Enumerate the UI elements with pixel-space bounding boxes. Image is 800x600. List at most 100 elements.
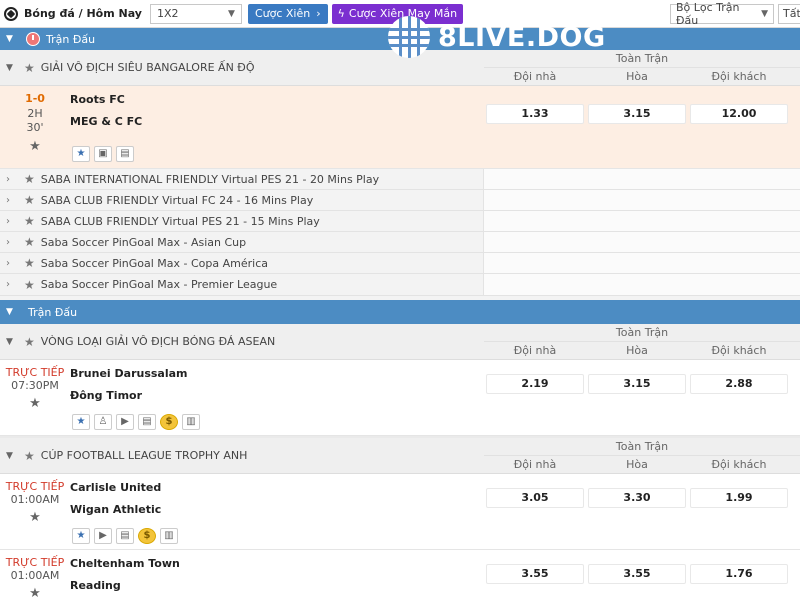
odd-away[interactable]: 1.99	[690, 488, 788, 508]
col-draw: Hòa	[626, 344, 648, 357]
league-name[interactable]: CÚP FOOTBALL LEAGUE TROPHY ANH	[41, 449, 248, 462]
live-label: TRỰC TIẾP	[5, 556, 65, 569]
scoreboard-icon[interactable]: ▤	[138, 414, 156, 430]
league-name[interactable]: GIẢI VÔ ĐỊCH SIÊU BANGALORE ẤN ĐỘ	[41, 61, 255, 74]
match-filter-select[interactable]: Bộ Lọc Trận Đấu ▼	[670, 1, 774, 27]
odd-draw[interactable]: 3.55	[588, 564, 686, 584]
favorite-star-icon[interactable]: ★	[72, 146, 90, 162]
odd-away[interactable]: 12.00	[690, 104, 788, 124]
star-icon[interactable]: ★	[24, 172, 35, 186]
chevron-right-icon: ›	[6, 173, 10, 185]
away-team[interactable]: MEG & C FC	[70, 114, 484, 136]
chevron-down-icon[interactable]: ▼	[6, 451, 20, 461]
section-header[interactable]: ▼ Trận Đấu	[0, 300, 800, 324]
play-icon[interactable]: ▶	[94, 528, 112, 544]
scoreboard-icon[interactable]: ▤	[116, 528, 134, 544]
odd-away[interactable]: 1.76	[690, 564, 788, 584]
globe-icon	[388, 16, 430, 58]
col-away: Đội khách	[711, 70, 767, 83]
match-time: 01:00AM	[10, 493, 60, 506]
col-draw: Hòa	[626, 458, 648, 471]
bar-chart-icon[interactable]: ▥	[160, 528, 178, 544]
soccer-ball-icon	[4, 6, 18, 21]
star-icon[interactable]: ★	[24, 61, 35, 75]
parlay-button[interactable]: Cược Xiên ›	[247, 3, 328, 24]
scoreboard-icon[interactable]: ▤	[116, 146, 134, 162]
favorite-star-icon[interactable]: ★	[72, 414, 90, 430]
stats-box-icon[interactable]: ▣	[94, 146, 112, 162]
odd-away[interactable]: 2.88	[690, 374, 788, 394]
chevron-down-icon[interactable]: ▼	[6, 63, 20, 73]
star-icon[interactable]: ★	[0, 139, 70, 154]
star-icon[interactable]: ★	[24, 449, 35, 463]
match-time: 07:30PM	[11, 379, 59, 392]
col-away: Đội khách	[711, 458, 767, 471]
odd-home[interactable]: 3.05	[486, 488, 584, 508]
market-select[interactable]: 1X2 ▼	[149, 3, 242, 24]
away-team[interactable]: Wigan Athletic	[70, 502, 484, 524]
league-row-collapsed[interactable]: › ★ Saba Soccer PinGoal Max - Copa América	[0, 253, 800, 274]
star-icon[interactable]: ★	[0, 586, 70, 600]
brand-logo: 8LIVE.DOG	[388, 16, 606, 58]
star-icon[interactable]: ★	[0, 396, 70, 411]
chevron-right-icon: ›	[6, 279, 10, 290]
chevron-down-icon[interactable]: ▼	[6, 337, 20, 347]
coin-icon[interactable]: $	[138, 528, 156, 544]
col-home: Đội nhà	[513, 70, 557, 83]
league-row-collapsed[interactable]: › ★ SABA CLUB FRIENDLY Virtual PES 21 - 15…	[0, 211, 800, 232]
league-row-collapsed[interactable]: › ★ Saba Soccer PinGoal Max - Premier Leag…	[0, 274, 800, 296]
col-home: Đội nhà	[513, 458, 557, 471]
star-icon[interactable]: ★	[24, 193, 35, 207]
chevron-right-icon: ›	[6, 236, 10, 248]
all-button[interactable]: Tất	[778, 3, 800, 24]
live-label: TRỰC TIẾP	[5, 480, 65, 493]
odd-home[interactable]: 2.19	[486, 374, 584, 394]
star-icon[interactable]: ★	[24, 256, 35, 270]
odd-home[interactable]: 1.33	[486, 104, 584, 124]
bar-chart-icon[interactable]: ▥	[182, 414, 200, 430]
match-row: TRỰC TIẾP 01:00AM ★ Carlisle United Wiga…	[0, 474, 800, 550]
league-row-collapsed[interactable]: › ★ Saba Soccer PinGoal Max - Asian Cup	[0, 232, 800, 253]
chevron-down-icon: ▼	[228, 8, 235, 19]
away-team[interactable]: Reading	[70, 578, 484, 600]
home-team[interactable]: Carlisle United	[70, 480, 484, 502]
coin-icon[interactable]: $	[160, 414, 178, 430]
col-home: Đội nhà	[513, 344, 557, 357]
league-header: ▼ ★ VÒNG LOẠI GIẢI VÔ ĐỊCH BÓNG ĐÁ ASEAN…	[0, 324, 800, 360]
star-icon[interactable]: ★	[24, 235, 35, 249]
clock-icon	[26, 32, 40, 46]
play-icon[interactable]: ▶	[116, 414, 134, 430]
star-icon[interactable]: ★	[24, 278, 35, 292]
star-icon[interactable]: ★	[0, 510, 70, 525]
match-time: 01:00AM	[10, 569, 60, 582]
lightning-icon: ϟ	[337, 7, 345, 20]
odd-draw[interactable]: 3.30	[588, 488, 686, 508]
league-row-collapsed[interactable]: › ★ SABA CLUB FRIENDLY Virtual FC 24 - 16 …	[0, 190, 800, 211]
chevron-right-icon: ›	[6, 194, 10, 206]
chevron-right-icon: ›	[316, 7, 321, 20]
chevron-right-icon: ›	[6, 215, 10, 227]
star-icon[interactable]: ★	[24, 335, 35, 349]
home-team[interactable]: Roots FC	[70, 92, 484, 114]
market-title: Toàn Trận	[484, 324, 800, 342]
jersey-icon[interactable]: ♙	[94, 414, 112, 430]
away-team[interactable]: Đông Timor	[70, 388, 484, 410]
live-label: TRỰC TIẾP	[5, 366, 65, 379]
star-icon[interactable]: ★	[24, 214, 35, 228]
market-title: Toàn Trận	[484, 438, 800, 456]
home-team[interactable]: Brunei Darussalam	[70, 366, 484, 388]
favorite-star-icon[interactable]: ★	[72, 528, 90, 544]
league-row-collapsed[interactable]: › ★ SABA INTERNATIONAL FRIENDLY Virtual PE…	[0, 169, 800, 190]
league-name[interactable]: VÒNG LOẠI GIẢI VÔ ĐỊCH BÓNG ĐÁ ASEAN	[41, 335, 275, 348]
logo-text: 8LIVE.DOG	[438, 21, 606, 53]
odd-draw[interactable]: 3.15	[588, 374, 686, 394]
chevron-right-icon: ›	[6, 257, 10, 269]
home-team[interactable]: Cheltenham Town	[70, 556, 484, 578]
odd-draw[interactable]: 3.15	[588, 104, 686, 124]
league-header: ▼ ★ CÚP FOOTBALL LEAGUE TROPHY ANH Toàn …	[0, 438, 800, 474]
chevron-down-icon: ▼	[761, 8, 768, 19]
odd-home[interactable]: 3.55	[486, 564, 584, 584]
match-minute: 30'	[26, 121, 44, 134]
chevron-down-icon: ▼	[6, 307, 13, 317]
breadcrumb[interactable]: Bóng đá / Hôm Nay	[24, 7, 142, 20]
